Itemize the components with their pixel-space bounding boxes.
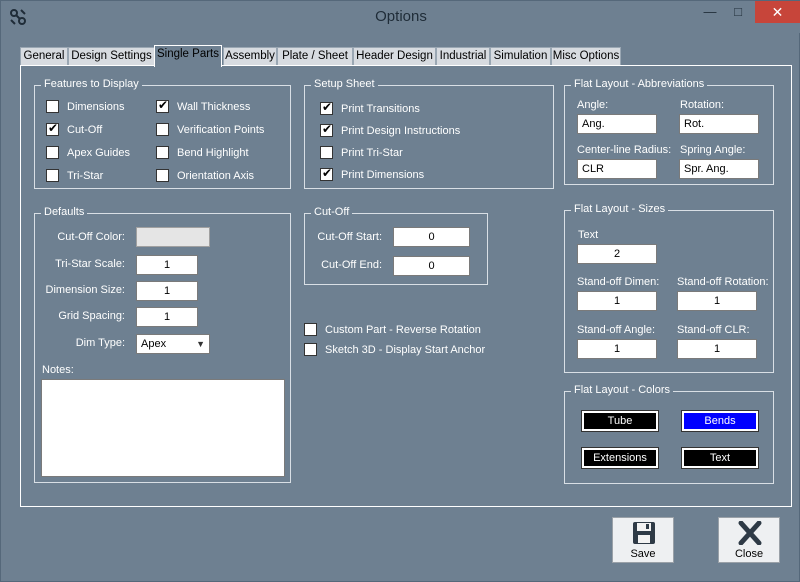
tab-design-settings[interactable]: Design Settings [68,47,155,66]
minimize-button[interactable]: — [695,1,725,23]
standoff-dimen-label: Stand-off Dimen: [577,276,660,288]
tab-plate-sheet[interactable]: Plate / Sheet [277,47,353,66]
notes-textarea[interactable] [41,379,285,477]
defaults-group: Defaults Cut-Off Color: Tri-Star Scale: … [34,206,291,483]
tristar-scale-label: Tri-Star Scale: [55,258,125,270]
features-title: Features to Display [41,78,142,90]
check-icon: ✔ [322,122,333,136]
cutoff-group: Cut-Off Cut-Off Start: 0 Cut-Off End: 0 [304,206,488,285]
tab-general[interactable]: General [20,47,68,66]
notes-label: Notes: [42,364,74,376]
angle-label: Angle: [577,99,609,111]
text-size-label: Text [578,229,599,241]
colors-title: Flat Layout - Colors [571,384,673,396]
spring-angle-abbrev-input[interactable]: Spr. Ang. [679,159,759,179]
window-title: Options [375,8,427,25]
standoff-clr-label: Stand-off CLR: [677,324,750,336]
abbreviations-title: Flat Layout - Abbreviations [571,78,708,90]
grid-spacing-input[interactable]: 1 [136,307,198,327]
print-tri-star-checkbox[interactable]: Print Tri-Star [320,146,403,159]
text-size-input[interactable]: 2 [577,244,657,264]
wall-thickness-checkbox[interactable]: ✔ Wall Thickness [156,98,250,113]
text-color-button[interactable]: Text [681,447,759,469]
standoff-angle-input[interactable]: 1 [577,339,657,359]
dim-type-select[interactable]: Apex ▼ [136,334,210,354]
bends-color-button[interactable]: Bends [681,410,759,432]
floppy-disk-icon [633,522,655,544]
dim-type-label: Dim Type: [75,337,125,349]
close-window-button[interactable]: ✕ [755,1,800,23]
standoff-rotation-label: Stand-off Rotation: [677,276,769,288]
tab-misc-options[interactable]: Misc Options [551,47,621,66]
save-button[interactable]: Save [612,517,674,563]
maximize-button[interactable]: □ [723,1,753,23]
close-x-icon [738,521,762,545]
tristar-scale-input[interactable]: 1 [136,255,198,275]
setup-sheet-group: Setup Sheet ✔ Print Transitions ✔ Print De… [304,78,554,189]
reverse-rotation-checkbox[interactable]: Custom Part - Reverse Rotation [304,323,481,336]
standoff-rotation-input[interactable]: 1 [677,291,757,311]
orientation-axis-checkbox[interactable]: Orientation Axis [156,169,254,182]
setup-sheet-title: Setup Sheet [311,78,378,90]
clr-abbrev-input[interactable]: CLR [577,159,657,179]
close-label: Close [734,548,764,560]
sizes-group: Flat Layout - Sizes Text 2 Stand-off Dim… [564,203,774,373]
tube-color-button[interactable]: Tube [581,410,659,432]
angle-abbrev-input[interactable]: Ang. [577,114,657,134]
grid-spacing-label: Grid Spacing: [58,310,125,322]
abbreviations-group: Flat Layout - Abbreviations Angle: Ang. … [564,78,774,185]
print-design-instructions-checkbox[interactable]: ✔ Print Design Instructions [320,122,460,137]
spring-angle-label: Spring Angle: [680,144,746,156]
dimensions-checkbox[interactable]: Dimensions [46,100,124,113]
check-icon: ✔ [158,98,169,112]
check-icon: ✔ [322,100,333,114]
dimension-size-input[interactable]: 1 [136,281,198,301]
features-group: Features to Display Dimensions ✔ Wall Thi… [34,78,291,189]
cutoff-start-label: Cut-Off Start: [317,231,382,243]
tab-simulation[interactable]: Simulation [490,47,551,66]
dimension-size-label: Dimension Size: [45,284,125,296]
apex-guides-checkbox[interactable]: Apex Guides [46,146,130,159]
check-icon: ✔ [48,121,59,135]
tab-single-parts[interactable]: Single Parts [154,45,222,67]
display-start-anchor-checkbox[interactable]: Sketch 3D - Display Start Anchor [304,343,485,356]
cut-off-checkbox[interactable]: ✔ Cut-Off [46,121,102,136]
cutoff-color-swatch[interactable] [136,227,210,247]
print-dimensions-checkbox[interactable]: ✔ Print Dimensions [320,166,424,181]
cutoff-start-input[interactable]: 0 [393,227,470,247]
standoff-clr-input[interactable]: 1 [677,339,757,359]
bend-highlight-checkbox[interactable]: Bend Highlight [156,146,249,159]
close-button[interactable]: Close [718,517,780,563]
cutoff-color-label: Cut-Off Color: [57,231,125,243]
check-icon: ✔ [322,166,333,180]
tab-assembly[interactable]: Assembly [223,47,277,66]
cutoff-end-input[interactable]: 0 [393,256,470,276]
colors-group: Flat Layout - Colors Tube Bends Extensio… [564,384,774,484]
defaults-title: Defaults [41,206,88,218]
sizes-title: Flat Layout - Sizes [571,203,669,215]
standoff-angle-label: Stand-off Angle: [577,324,656,336]
title-bar: Options — □ ✕ [1,1,800,33]
tab-panel: Features to Display Dimensions ✔ Wall Thi… [20,65,792,507]
options-window: Options — □ ✕ General Design Settings Si… [0,0,800,582]
chevron-down-icon: ▼ [196,339,205,349]
print-transitions-checkbox[interactable]: ✔ Print Transitions [320,100,420,115]
cutoff-title: Cut-Off [311,206,353,218]
cutoff-end-label: Cut-Off End: [321,259,382,271]
rotation-abbrev-input[interactable]: Rot. [679,114,759,134]
tab-header-design[interactable]: Header Design [353,47,436,66]
extensions-color-button[interactable]: Extensions [581,447,659,469]
tab-industrial[interactable]: Industrial [436,47,490,66]
standoff-dimen-input[interactable]: 1 [577,291,657,311]
save-label: Save [630,548,656,560]
clr-label: Center-line Radius: [577,144,672,156]
verification-points-checkbox[interactable]: Verification Points [156,123,264,136]
tri-star-checkbox[interactable]: Tri-Star [46,169,103,182]
rotation-label: Rotation: [680,99,725,111]
